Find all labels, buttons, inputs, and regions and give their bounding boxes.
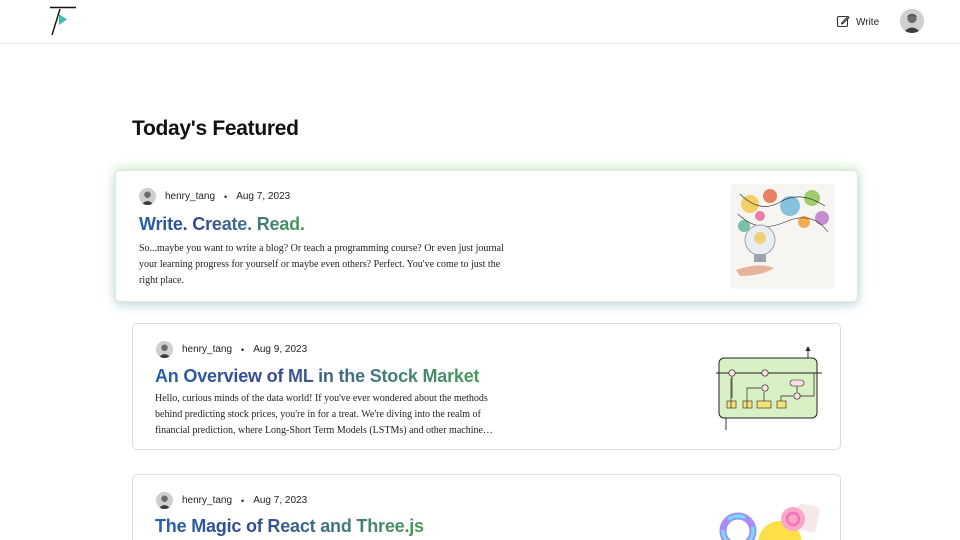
author-avatar xyxy=(156,492,173,509)
author-name[interactable]: henry_tang xyxy=(182,344,232,355)
page-title: Today's Featured xyxy=(132,117,299,140)
meta-separator: • xyxy=(241,495,245,506)
author-avatar xyxy=(156,341,173,358)
author-name[interactable]: henry_tang xyxy=(182,495,232,506)
meta-separator: • xyxy=(224,191,228,202)
featured-post-card[interactable]: henry_tang • Aug 7, 2023 Write. Create. … xyxy=(115,170,858,302)
post-meta: henry_tang • Aug 7, 2023 xyxy=(139,188,290,205)
lstm-diagram xyxy=(716,346,822,430)
lightbulb-illustration xyxy=(730,184,835,289)
author-name[interactable]: henry_tang xyxy=(165,191,215,202)
3d-shapes-illustration xyxy=(718,497,822,540)
post-title[interactable]: The Magic of React and Three.js xyxy=(155,516,424,537)
post-date: Aug 9, 2023 xyxy=(253,344,308,355)
meta-separator: • xyxy=(241,344,245,355)
top-navbar: Write xyxy=(0,0,960,44)
write-button[interactable]: Write xyxy=(836,12,879,32)
post-meta: henry_tang • Aug 9, 2023 xyxy=(156,341,307,358)
post-title[interactable]: An Overview of ML in the Stock Market xyxy=(155,366,480,387)
post-meta: henry_tang • Aug 7, 2023 xyxy=(156,492,307,509)
write-label: Write xyxy=(856,16,880,28)
t-logo-icon[interactable] xyxy=(48,6,78,36)
post-date: Aug 7, 2023 xyxy=(253,495,308,506)
post-date: Aug 7, 2023 xyxy=(236,191,291,202)
post-excerpt: So...maybe you want to write a blog? Or … xyxy=(139,243,504,286)
author-avatar xyxy=(139,188,156,205)
post-title[interactable]: Write. Create. Read. xyxy=(139,214,305,235)
pencil-square-icon xyxy=(836,14,850,31)
user-avatar[interactable] xyxy=(900,9,924,33)
post-card[interactable]: henry_tang • Aug 9, 2023 An Overview of … xyxy=(132,323,841,450)
post-excerpt: Hello, curious minds of the data world! … xyxy=(155,393,493,436)
post-card[interactable]: henry_tang • Aug 7, 2023 The Magic of Re… xyxy=(132,474,841,540)
